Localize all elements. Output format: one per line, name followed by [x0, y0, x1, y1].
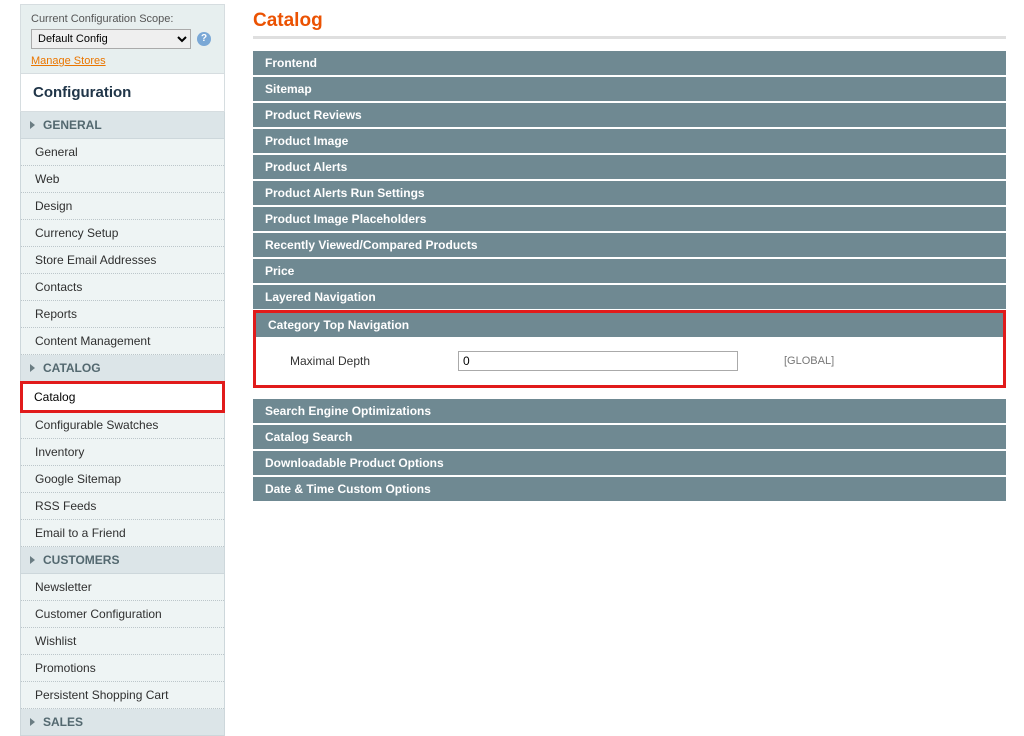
- main-content: Catalog FrontendSitemapProduct ReviewsPr…: [253, 4, 1006, 503]
- section-header-sitemap[interactable]: Sitemap: [253, 77, 1006, 101]
- scope-label: Current Configuration Scope:: [31, 13, 214, 25]
- section-header-catalog-search[interactable]: Catalog Search: [253, 425, 1006, 449]
- page-title: Catalog: [253, 10, 1006, 32]
- nav-group-label: SALES: [43, 715, 83, 729]
- nav-group-general[interactable]: GENERAL: [20, 112, 225, 139]
- sidebar-item-design[interactable]: Design: [21, 193, 224, 220]
- chevron-right-icon: [30, 556, 35, 564]
- sidebar-item-newsletter[interactable]: Newsletter: [21, 574, 224, 601]
- configuration-heading: Configuration: [20, 74, 225, 112]
- section-header-product-alerts-run-settings[interactable]: Product Alerts Run Settings: [253, 181, 1006, 205]
- section-header-product-reviews[interactable]: Product Reviews: [253, 103, 1006, 127]
- title-rule: [253, 36, 1006, 39]
- field-maximal-depth: Maximal Depth [GLOBAL]: [268, 351, 991, 371]
- sidebar-item-email-to-a-friend[interactable]: Email to a Friend: [21, 520, 224, 547]
- nav-group-label: GENERAL: [43, 118, 102, 132]
- section-header-downloadable-product-options[interactable]: Downloadable Product Options: [253, 451, 1006, 475]
- nav-group-sales[interactable]: SALES: [20, 709, 225, 736]
- section-header-date-time-custom-options[interactable]: Date & Time Custom Options: [253, 477, 1006, 501]
- section-header-product-image-placeholders[interactable]: Product Image Placeholders: [253, 207, 1006, 231]
- nav-group-customers[interactable]: CUSTOMERS: [20, 547, 225, 574]
- scope-select[interactable]: Default Config: [31, 29, 191, 49]
- section-header-search-engine-optimizations[interactable]: Search Engine Optimizations: [253, 399, 1006, 423]
- nav-list-customers: NewsletterCustomer ConfigurationWishlist…: [20, 574, 225, 709]
- sidebar-item-promotions[interactable]: Promotions: [21, 655, 224, 682]
- maximal-depth-input[interactable]: [458, 351, 738, 371]
- sidebar-item-reports[interactable]: Reports: [21, 301, 224, 328]
- sidebar-item-inventory[interactable]: Inventory: [21, 439, 224, 466]
- sidebar-item-web[interactable]: Web: [21, 166, 224, 193]
- nav-list-catalog: CatalogConfigurable SwatchesInventoryGoo…: [20, 381, 225, 547]
- section-category-top-navigation: Category Top Navigation Maximal Depth [G…: [253, 310, 1006, 388]
- section-header-recently-viewed-compared-products[interactable]: Recently Viewed/Compared Products: [253, 233, 1006, 257]
- section-header-product-image[interactable]: Product Image: [253, 129, 1006, 153]
- sidebar-item-catalog[interactable]: Catalog: [20, 381, 225, 413]
- nav-list-general: GeneralWebDesignCurrency SetupStore Emai…: [20, 139, 225, 355]
- chevron-right-icon: [30, 364, 35, 372]
- manage-stores-link[interactable]: Manage Stores: [31, 55, 106, 67]
- sidebar-item-store-email-addresses[interactable]: Store Email Addresses: [21, 247, 224, 274]
- sidebar: Current Configuration Scope: Default Con…: [20, 4, 225, 736]
- nav-group-catalog[interactable]: CATALOG: [20, 355, 225, 382]
- sidebar-item-persistent-shopping-cart[interactable]: Persistent Shopping Cart: [21, 682, 224, 709]
- nav-group-label: CUSTOMERS: [43, 553, 119, 567]
- sidebar-item-currency-setup[interactable]: Currency Setup: [21, 220, 224, 247]
- section-header-frontend[interactable]: Frontend: [253, 51, 1006, 75]
- section-header-product-alerts[interactable]: Product Alerts: [253, 155, 1006, 179]
- section-body-category-top-navigation: Maximal Depth [GLOBAL]: [256, 337, 1003, 385]
- field-label-maximal-depth: Maximal Depth: [268, 354, 458, 368]
- sidebar-item-google-sitemap[interactable]: Google Sitemap: [21, 466, 224, 493]
- sidebar-item-content-management[interactable]: Content Management: [21, 328, 224, 355]
- sidebar-item-wishlist[interactable]: Wishlist: [21, 628, 224, 655]
- section-header-layered-navigation[interactable]: Layered Navigation: [253, 285, 1006, 309]
- chevron-right-icon: [30, 121, 35, 129]
- sidebar-item-configurable-swatches[interactable]: Configurable Swatches: [21, 412, 224, 439]
- field-scope-maximal-depth: [GLOBAL]: [784, 355, 834, 367]
- sidebar-item-contacts[interactable]: Contacts: [21, 274, 224, 301]
- section-header-price[interactable]: Price: [253, 259, 1006, 283]
- sidebar-item-rss-feeds[interactable]: RSS Feeds: [21, 493, 224, 520]
- scope-box: Current Configuration Scope: Default Con…: [20, 4, 225, 74]
- help-icon[interactable]: ?: [197, 32, 211, 46]
- chevron-right-icon: [30, 718, 35, 726]
- sidebar-item-general[interactable]: General: [21, 139, 224, 166]
- sidebar-item-customer-configuration[interactable]: Customer Configuration: [21, 601, 224, 628]
- nav-group-label: CATALOG: [43, 361, 101, 375]
- section-header-category-top-navigation[interactable]: Category Top Navigation: [256, 313, 1003, 337]
